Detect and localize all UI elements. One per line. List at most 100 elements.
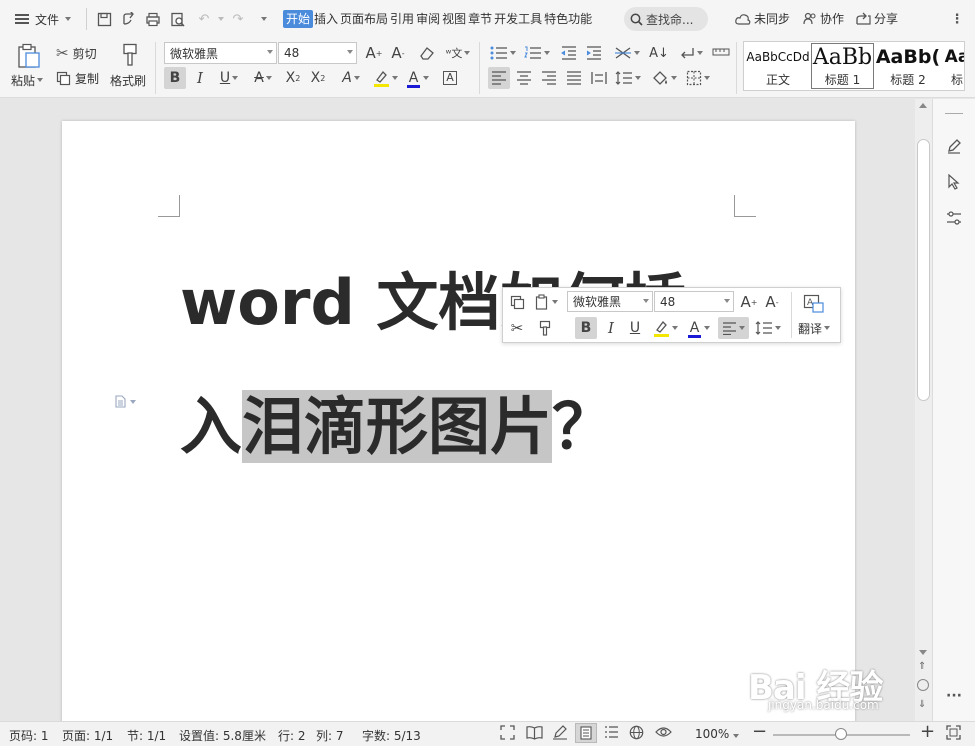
format-painter-icon[interactable] (535, 317, 555, 339)
mini-font-size-dropdown[interactable]: 48 (654, 291, 734, 312)
print-preview-icon[interactable] (167, 8, 189, 30)
align-left-icon[interactable] (488, 67, 510, 89)
shading-icon[interactable] (649, 67, 679, 89)
text-effects-icon[interactable]: A (336, 67, 366, 89)
copy-button[interactable]: 复制 (56, 69, 99, 87)
web-view-icon[interactable] (629, 725, 644, 743)
increase-indent-icon[interactable] (583, 43, 605, 63)
align-dropdown-icon[interactable] (718, 317, 749, 339)
undo-icon[interactable]: ↶ (193, 8, 215, 30)
font-name-dropdown[interactable]: 微软雅黑 (164, 42, 277, 64)
collaborate-button[interactable]: 协作 (803, 10, 844, 27)
redo-icon[interactable]: ↷ (227, 8, 249, 30)
highlight-color-icon[interactable] (650, 317, 680, 339)
italic-icon[interactable]: I (190, 67, 210, 89)
character-border-icon[interactable]: A (440, 67, 460, 89)
page-view-icon[interactable] (575, 723, 597, 743)
file-menu[interactable]: 文件 (15, 9, 72, 29)
tab-review[interactable]: 审阅 (415, 10, 441, 28)
eye-protection-icon[interactable] (655, 725, 672, 742)
reading-mode-icon[interactable] (526, 725, 543, 743)
zoom-level-dropdown[interactable]: 100% (695, 727, 740, 741)
undo-dropdown-icon[interactable] (218, 17, 224, 21)
bullet-list-icon[interactable] (488, 43, 518, 63)
outline-view-icon[interactable] (604, 725, 619, 742)
copy-icon[interactable] (507, 291, 527, 313)
cursor-select-icon[interactable] (943, 171, 965, 193)
paste-icon[interactable] (14, 41, 44, 71)
font-size-dropdown[interactable]: 48 (278, 42, 357, 64)
strikethrough-icon[interactable]: A (248, 67, 278, 89)
bold-icon[interactable]: B (164, 67, 186, 89)
style-normal[interactable]: AaBbCcDd 正文 (746, 43, 810, 89)
shrink-font-icon[interactable]: A- (762, 291, 782, 313)
share-button[interactable]: 分享 (856, 10, 898, 27)
more-options-icon[interactable]: ⋮ (946, 8, 968, 30)
grow-font-icon[interactable]: A + (364, 43, 384, 63)
save-icon[interactable] (93, 8, 115, 30)
tab-home[interactable]: 开始 (283, 10, 314, 28)
section-info[interactable]: 节: 1/1 (127, 727, 166, 744)
show-paragraph-marks-icon[interactable] (676, 43, 706, 63)
scroll-down-icon[interactable] (919, 650, 927, 655)
page-number[interactable]: 页码: 1 (9, 727, 49, 744)
tab-developer[interactable]: 开发工具 (493, 10, 543, 28)
tab-page-layout[interactable]: 页面布局 (339, 10, 389, 28)
tab-references[interactable]: 引用 (389, 10, 415, 28)
format-painter-button[interactable]: 格式刷 (110, 72, 146, 88)
phonetic-guide-icon[interactable]: ʷ文 (444, 43, 472, 63)
setting-value[interactable]: 设置值: 5.8厘米 (179, 727, 266, 744)
print-icon[interactable] (142, 8, 164, 30)
tab-chapter[interactable]: 章节 (467, 10, 493, 28)
align-center-icon[interactable] (513, 67, 535, 89)
justify-icon[interactable] (563, 67, 585, 89)
vertical-scrollbar[interactable]: ⇑ ⇓ (915, 99, 932, 721)
cut-button[interactable]: ✂ 剪切 (56, 44, 97, 62)
shrink-font-icon[interactable]: A- (388, 43, 408, 63)
fit-window-icon[interactable] (946, 725, 961, 743)
document-heading[interactable]: word 文档如何插 入泪滴形图片？ (180, 241, 740, 489)
tab-view[interactable]: 视图 (441, 10, 467, 28)
scissors-icon[interactable]: ✂ (507, 317, 527, 339)
tab-stops-icon[interactable] (710, 43, 732, 63)
chinese-layout-icon[interactable] (612, 43, 642, 63)
superscript-icon[interactable]: X2 (282, 67, 304, 89)
document-page[interactable]: word 文档如何插 入泪滴形图片？ 微软雅黑 48 A + A- ✂ B I … (62, 121, 855, 721)
scroll-up-icon[interactable] (919, 103, 927, 108)
more-horizontal-icon[interactable]: ··· (943, 685, 965, 707)
font-color-icon[interactable]: A (404, 67, 434, 89)
highlight-color-icon[interactable] (370, 67, 400, 89)
decrease-indent-icon[interactable] (558, 43, 580, 63)
fullscreen-icon[interactable] (500, 725, 515, 743)
settings-sliders-icon[interactable] (943, 207, 965, 229)
quick-access-more-icon[interactable] (261, 17, 267, 21)
numbered-list-icon[interactable] (522, 43, 552, 63)
align-right-icon[interactable] (538, 67, 560, 89)
zoom-slider-thumb[interactable] (835, 728, 847, 740)
grow-font-icon[interactable]: A + (739, 291, 759, 313)
style-heading-1[interactable]: AaBb 标题 1 (811, 43, 874, 89)
scrollbar-thumb[interactable] (917, 139, 930, 401)
underline-icon[interactable]: U (214, 67, 244, 89)
translate-button[interactable]: 翻译 (798, 319, 831, 337)
zoom-out-icon[interactable]: − (752, 723, 767, 741)
zoom-in-icon[interactable]: + (920, 722, 935, 742)
subscript-icon[interactable]: X2 (307, 67, 329, 89)
distributed-align-icon[interactable] (588, 67, 610, 89)
style-heading-3[interactable]: Aa 标 (942, 43, 964, 89)
page-count[interactable]: 页面: 1/1 (62, 727, 113, 744)
style-heading-2[interactable]: AaBb( 标题 2 (875, 43, 941, 89)
paste-icon[interactable] (531, 291, 561, 313)
line-spacing-icon[interactable] (613, 67, 643, 89)
tab-insert[interactable]: 插入 (313, 10, 339, 28)
pen-icon[interactable] (943, 135, 965, 157)
italic-icon[interactable]: I (601, 317, 621, 339)
line-spacing-icon[interactable] (753, 317, 783, 339)
font-color-icon[interactable]: A (685, 317, 715, 339)
translate-icon[interactable]: A (801, 292, 827, 316)
mini-font-name-dropdown[interactable]: 微软雅黑 (567, 291, 653, 312)
sync-status-button[interactable]: 未同步 (735, 10, 790, 27)
tab-special-features[interactable]: 特色功能 (543, 10, 593, 28)
format-painter-icon[interactable] (117, 41, 143, 69)
paragraph-handle[interactable] (115, 395, 136, 408)
